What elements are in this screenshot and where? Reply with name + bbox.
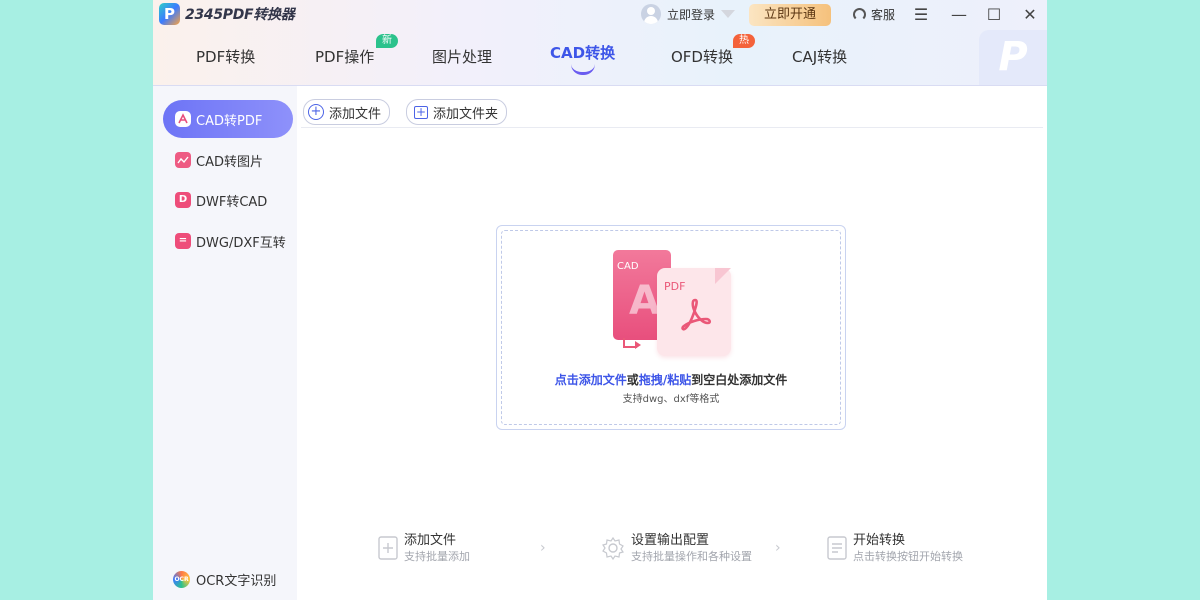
dwg-icon: = <box>175 233 191 249</box>
image-icon <box>175 152 191 168</box>
login-label: 立即登录 <box>667 7 716 22</box>
hot-badge: 热 <box>733 34 755 48</box>
minimize-icon[interactable]: — <box>947 4 971 26</box>
tab-pdf-convert[interactable]: PDF转换 <box>196 46 255 67</box>
tab-label: CAD转换 <box>550 44 616 62</box>
drag-paste-link: 拖拽/粘贴 <box>638 373 692 387</box>
sidebar-item-dwg-dxf[interactable]: = DWG/DXF互转 <box>163 222 293 260</box>
headset-icon <box>853 8 866 21</box>
add-file-label: 添加文件 <box>329 106 382 122</box>
step-title: 设置输出配置 <box>631 533 710 548</box>
header: P 2345PDF转换器 立即登录 立即开通 客服 ☰ — ☐ ✕ P PDF转… <box>153 0 1047 86</box>
drop-zone-hint: 点击添加文件或拖拽/粘贴到空白处添加文件 <box>497 371 845 388</box>
arrow-head-icon <box>635 341 641 349</box>
new-badge: 新 <box>376 34 398 48</box>
toolbar-divider <box>301 127 1043 128</box>
add-folder-label: 添加文件夹 <box>433 106 499 122</box>
header-decoration: P <box>979 30 1047 85</box>
tab-label: OFD转换 <box>671 48 733 66</box>
step-add-file: 添加文件 支持批量添加 <box>378 532 470 564</box>
pdf-icon <box>175 111 191 127</box>
sidebar-item-cad-to-pdf[interactable]: CAD转PDF <box>163 100 293 138</box>
acrobat-icon <box>677 296 713 336</box>
tab-ofd-convert[interactable]: OFD转换 <box>671 46 733 67</box>
avatar-icon <box>641 4 661 24</box>
tab-cad-convert[interactable]: CAD转换 <box>550 42 616 75</box>
ocr-icon: OCR <box>173 571 190 588</box>
folder-plus-icon: + <box>414 104 428 119</box>
step-start-convert: 开始转换 点击转换按钮开始转换 <box>827 532 963 564</box>
active-tab-indicator <box>570 64 595 75</box>
tab-caj-convert[interactable]: CAJ转换 <box>792 46 847 67</box>
service-label: 客服 <box>871 8 896 22</box>
convert-icon <box>827 536 847 560</box>
tab-image[interactable]: 图片处理 <box>432 46 492 67</box>
sidebar-item-label: CAD转图片 <box>196 154 263 170</box>
customer-service-button[interactable]: 客服 <box>853 6 895 23</box>
file-drop-zone[interactable]: CAD A PDF 点击添加文件或拖拽/粘贴到空白处添加文件 支持dwg、dxf… <box>496 225 846 430</box>
sidebar-item-label: DWF转CAD <box>196 194 268 210</box>
cad-file-label: CAD <box>617 261 639 272</box>
hint-rest: 到空白处添加文件 <box>691 373 788 387</box>
step-desc: 点击转换按钮开始转换 <box>853 550 963 563</box>
tab-label: CAJ转换 <box>792 48 848 66</box>
sidebar-item-dwf-to-cad[interactable]: D DWF转CAD <box>163 181 293 219</box>
app-window: P 2345PDF转换器 立即登录 立即开通 客服 ☰ — ☐ ✕ P PDF转… <box>153 0 1047 600</box>
maximize-icon[interactable]: ☐ <box>982 4 1006 26</box>
ocr-button[interactable]: OCR OCR文字识别 <box>173 570 276 589</box>
step-title: 开始转换 <box>853 533 906 548</box>
close-icon[interactable]: ✕ <box>1018 4 1042 26</box>
plus-icon: + <box>308 104 324 120</box>
pdf-file-icon: PDF <box>657 268 731 356</box>
settings-icon <box>601 536 625 561</box>
tab-label: PDF转换 <box>196 48 256 66</box>
step-title: 添加文件 <box>404 533 457 548</box>
step-desc: 支持批量添加 <box>404 550 470 563</box>
pdf-file-label: PDF <box>664 280 686 293</box>
click-add-link[interactable]: 点击添加文件 <box>555 373 627 387</box>
add-file-button[interactable]: + 添加文件 <box>303 99 391 125</box>
login-button[interactable]: 立即登录 <box>641 4 736 24</box>
ocr-label: OCR文字识别 <box>196 574 277 589</box>
app-title: 2345PDF转换器 <box>185 7 295 23</box>
page-fold <box>715 268 731 284</box>
chevron-right-icon: › <box>540 540 546 556</box>
sidebar-item-cad-to-image[interactable]: CAD转图片 <box>163 141 293 179</box>
menu-icon[interactable]: ☰ <box>909 4 933 26</box>
logo-icon: P <box>159 3 180 25</box>
vip-diamond-icon <box>721 10 736 18</box>
chevron-right-icon: › <box>775 540 781 556</box>
app-logo: P 2345PDF转换器 <box>159 3 295 25</box>
step-desc: 支持批量操作和各种设置 <box>631 550 752 563</box>
hint-or: 或 <box>626 373 639 387</box>
supported-formats: 支持dwg、dxf等格式 <box>622 394 720 405</box>
tab-pdf-operate[interactable]: PDF操作 <box>315 46 374 67</box>
sidebar-item-label: CAD转PDF <box>196 113 263 129</box>
sidebar-item-label: DWG/DXF互转 <box>196 235 286 251</box>
sidebar: CAD转PDF CAD转图片 D DWF转CAD = DWG/DXF互转 OCR… <box>153 86 297 600</box>
step-output-settings: 设置输出配置 支持批量操作和各种设置 <box>601 532 752 564</box>
cad-file-letter: A <box>629 278 660 324</box>
vip-open-button[interactable]: 立即开通 <box>749 4 831 26</box>
add-file-icon <box>378 536 398 560</box>
dwf-icon: D <box>175 192 191 208</box>
add-folder-button[interactable]: + 添加文件夹 <box>406 99 508 125</box>
tab-label: 图片处理 <box>432 48 493 66</box>
tab-label: PDF操作 <box>315 48 375 66</box>
